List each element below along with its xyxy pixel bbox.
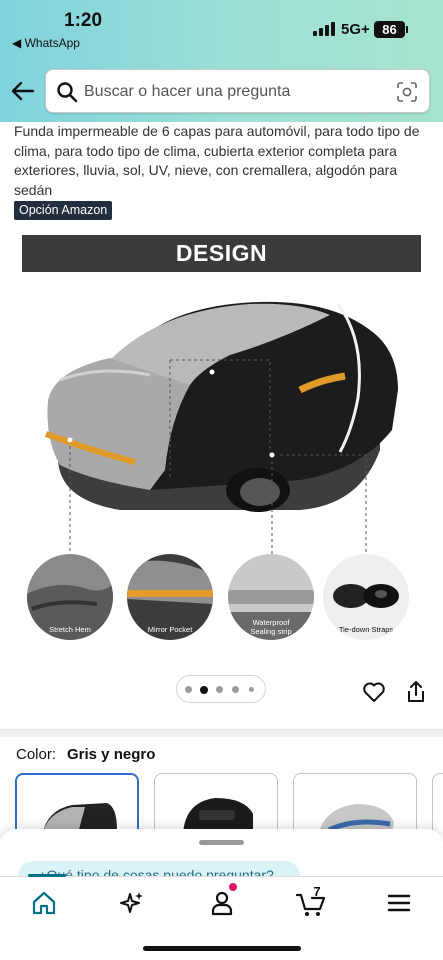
feature-label: Mirror Pocket: [147, 625, 193, 634]
carousel-dot[interactable]: [249, 687, 254, 692]
back-to-whatsapp-link[interactable]: ◀ WhatsApp: [12, 36, 80, 50]
account-icon[interactable]: [208, 889, 236, 917]
camera-scan-icon[interactable]: [396, 81, 418, 103]
sheet-handle[interactable]: [199, 840, 244, 845]
carousel-dot[interactable]: [216, 686, 223, 693]
design-banner: DESIGN: [22, 235, 421, 272]
search-icon: [57, 82, 78, 103]
section-divider: [0, 729, 443, 737]
notification-dot: [229, 883, 237, 891]
menu-icon[interactable]: [385, 889, 413, 917]
product-title[interactable]: Funda impermeable de 6 capas para automó…: [14, 122, 434, 200]
amazon-choice-badge: Opción Amazon: [14, 201, 113, 220]
color-label: Color:: [16, 746, 57, 763]
feature-waterproof-strip: Waterproof Sealing strip: [228, 554, 314, 640]
feature-label-line1: Waterproof: [252, 618, 290, 627]
search-bar[interactable]: [45, 69, 430, 113]
header: 1:20 ◀ WhatsApp 5G+ 86: [0, 0, 443, 122]
carousel-indicator[interactable]: [176, 675, 266, 703]
battery-icon: 86: [374, 21, 408, 38]
product-image[interactable]: DESIGN Stretch Hem Mirror Pocket Waterpr…: [0, 224, 443, 664]
color-value: Gris y negro: [67, 746, 156, 763]
network-type: 5G+: [341, 21, 370, 38]
nav-active-indicator: [28, 874, 66, 877]
feature-label-line2: Sealing strip: [250, 627, 292, 636]
feature-label: Tie-down Straps: [338, 625, 394, 634]
back-arrow-icon[interactable]: [10, 78, 36, 104]
share-icon[interactable]: [405, 680, 427, 704]
car-cover-image: [44, 301, 398, 555]
carousel-dot-active[interactable]: [200, 685, 208, 694]
home-indicator[interactable]: [143, 946, 301, 951]
status-time: 1:20: [64, 10, 103, 31]
feature-mirror-pocket: Mirror Pocket: [127, 554, 213, 640]
carousel-dot[interactable]: [185, 686, 192, 693]
signal-icon: [313, 22, 335, 36]
cart-count: 7: [313, 884, 321, 899]
search-input[interactable]: [84, 76, 384, 108]
ai-sparkle-icon[interactable]: [118, 889, 146, 917]
heart-icon[interactable]: [362, 680, 386, 704]
carousel-dot[interactable]: [232, 686, 239, 693]
home-icon[interactable]: [30, 889, 58, 917]
feature-stretch-hem: Stretch Hem: [27, 554, 113, 640]
feature-label: Stretch Hem: [49, 625, 91, 634]
feature-tie-down-straps: Tie-down Straps: [323, 554, 409, 640]
